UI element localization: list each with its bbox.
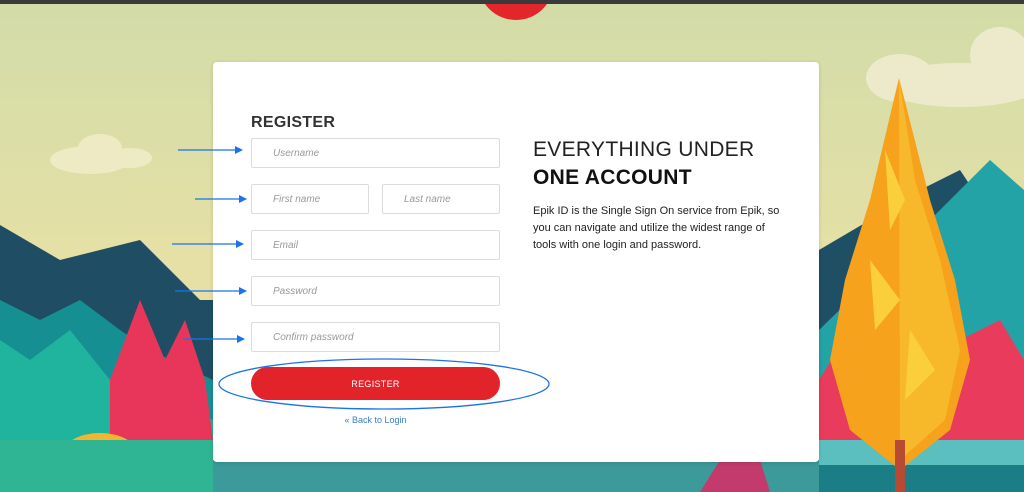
email-field[interactable] [251,230,500,260]
last-name-field[interactable] [382,184,500,214]
email-input[interactable] [252,231,499,259]
register-card: REGISTER REGISTER « Back to Login EVERYT… [213,62,819,462]
first-name-field[interactable] [251,184,369,214]
back-to-login-link[interactable]: « Back to Login [251,415,500,425]
register-title: REGISTER [251,114,336,131]
password-field[interactable] [251,276,500,306]
confirm-password-field[interactable] [251,322,500,352]
description-text: Epik ID is the Single Sign On service fr… [533,205,780,251]
password-input[interactable] [252,277,499,305]
headline-line1: EVERYTHING UNDER [533,138,755,161]
last-name-input[interactable] [383,185,499,213]
register-button[interactable]: REGISTER [251,367,500,400]
window-top-border [0,0,1024,4]
username-input[interactable] [252,139,499,167]
ground-right [819,465,1024,492]
ground-left [0,440,213,492]
first-name-input[interactable] [252,185,368,213]
confirm-password-input[interactable] [252,323,499,351]
headline-line2: ONE ACCOUNT [533,166,692,189]
username-field[interactable] [251,138,500,168]
